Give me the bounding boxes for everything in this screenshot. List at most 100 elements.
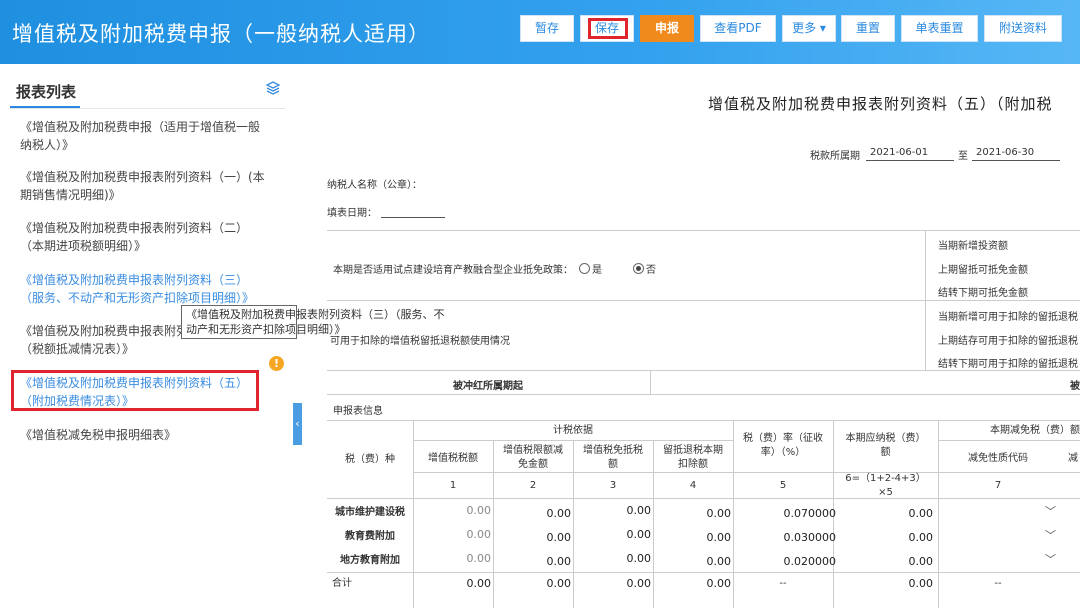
divider	[327, 370, 1080, 371]
col-header-tax-type: 税（费）种	[345, 454, 395, 465]
row-cell[interactable]: 0.00	[573, 552, 652, 565]
radio-icon	[579, 263, 590, 274]
col-group-basis: 计税依据	[553, 425, 593, 436]
col-number: 3	[609, 480, 617, 491]
chevron-down-icon[interactable]: ﹀	[1045, 551, 1056, 567]
col-group-reduction: 本期减免税（费）额	[990, 425, 1080, 436]
temp-save-button[interactable]: 暂存	[520, 15, 574, 42]
row-rate: 0.030000	[783, 531, 837, 544]
col-header-line: 税（费）率（征收	[743, 433, 823, 444]
form-area: 增值税及附加税费申报表附列资料（五）（附加税 税款所属期 2021-06-01 …	[310, 64, 1080, 613]
col-header-nature-code: 减免性质代码	[968, 453, 1028, 464]
period-end-field[interactable]: 2021-06-30	[976, 147, 1034, 158]
sidebar-item-schedule-2[interactable]: 《增值税及附加税费申报表附列资料（二） （本期进项税额明细）》	[20, 219, 270, 255]
chevron-down-icon[interactable]: ﹀	[1045, 503, 1056, 519]
warning-icon[interactable]: !	[269, 356, 284, 371]
divider	[327, 230, 1080, 231]
pilot-policy-question: 本期是否适用试点建设培育产教融合型企业抵免政策：	[333, 265, 573, 276]
divider	[327, 300, 1080, 301]
row-cell[interactable]: 0.00	[493, 507, 572, 520]
form-title: 增值税及附加税费申报表附列资料（五）（附加税	[708, 95, 1053, 113]
col-number: 1	[449, 480, 457, 491]
col-number-line: ×5	[878, 487, 893, 498]
row-cell[interactable]: 0.00	[653, 531, 732, 544]
divider	[650, 370, 651, 394]
col-number-formula: 6=（1+2-4+3） ×5	[833, 472, 938, 500]
col-header-exempt: 增值税限额减 免金额	[493, 444, 573, 472]
chevron-down-icon[interactable]: ﹀	[1045, 527, 1056, 543]
row-name-local-education: 地方教育附加	[340, 555, 400, 566]
view-pdf-button[interactable]: 查看PDF	[700, 15, 776, 42]
col-number: 2	[529, 480, 537, 491]
sidebar-item-reduction-detail[interactable]: 《增值税减免税申报明细表》	[20, 426, 270, 444]
period-start-field[interactable]: 2021-06-01	[870, 147, 928, 158]
row-payable: 0.00	[908, 531, 934, 544]
total-code: --	[994, 578, 1002, 589]
submit-button[interactable]: 申报	[640, 15, 694, 42]
row-payable: 0.00	[908, 555, 934, 568]
sidebar-item-label: 《增值税减免税申报明细表》	[20, 428, 177, 442]
row-name-education-fee: 教育费附加	[345, 531, 395, 542]
row-cell[interactable]: 0.00	[653, 555, 732, 568]
col-number: 7	[994, 480, 1002, 491]
col-header-line: 免金额	[518, 459, 548, 470]
sidebar-item-schedule-3[interactable]: 《增值税及附加税费申报表附列资料（三） （服务、不动产和无形资产扣除项目明细）》	[20, 271, 270, 307]
sidebar-item-label: 《增值税及附加税费申报（适用于增值税一般	[20, 120, 261, 134]
radio-no[interactable]: 否	[633, 261, 656, 276]
divider	[938, 440, 1080, 441]
col-header-reduction-cut: 减	[1068, 453, 1078, 464]
tooltip-line: 动产和无形资产扣除项目明细）》	[186, 323, 346, 336]
divider	[327, 420, 1080, 421]
col-header-refund: 留抵退税本期 扣除额	[653, 444, 733, 472]
taxpayer-name-label: 纳税人名称（公章）：	[327, 180, 422, 191]
divider	[413, 472, 1080, 473]
right-label: 上期结存可用于扣除的留抵退税	[938, 336, 1078, 347]
row-cell[interactable]: 0.00	[493, 555, 572, 568]
collapse-sidebar-handle[interactable]: ‹	[293, 403, 302, 445]
divider	[327, 572, 1080, 573]
total-cell: 0.00	[546, 577, 572, 590]
row-cell[interactable]: 0.00	[573, 504, 652, 517]
divider	[327, 394, 1080, 395]
col-header-line: 额	[880, 447, 891, 458]
sidebar-item-label: 《增值税及附加税费申报表附列资料（二）	[20, 221, 249, 235]
divider	[327, 498, 1080, 499]
radio-yes[interactable]: 是	[579, 261, 602, 276]
col-header-line: 增值税免抵税	[583, 445, 643, 456]
row-name-city-tax: 城市维护建设税	[335, 507, 405, 518]
col-number-line: 6=（1+2-4+3）	[845, 473, 926, 484]
total-rate: --	[779, 578, 787, 589]
layers-icon[interactable]	[265, 80, 281, 96]
header-bar: 增值税及附加税费申报（一般纳税人适用） 暂存 保存 申报 查看PDF 更多 ▾ …	[0, 0, 1080, 64]
right-label: 上期留抵可抵免金额	[938, 265, 1028, 276]
row-cell[interactable]: 0.00	[413, 552, 492, 565]
sidebar-item-label: 纳税人）》	[20, 138, 75, 152]
right-label: 当期新增投资额	[938, 241, 1008, 252]
col-header-line: 增值税限额减	[503, 445, 563, 456]
row-cell[interactable]: 0.00	[493, 531, 572, 544]
total-cell: 0.00	[466, 577, 492, 590]
fill-date-field[interactable]	[381, 217, 445, 218]
row-cell[interactable]: 0.00	[653, 507, 732, 520]
row-cell[interactable]: 0.00	[573, 528, 652, 541]
row-cell[interactable]: 0.00	[413, 528, 492, 541]
col-header-line: 率）（%）	[760, 447, 806, 458]
period-to-label: 至	[958, 151, 968, 162]
row-cell[interactable]: 0.00	[413, 504, 492, 517]
send-docs-button[interactable]: 附送资料	[984, 15, 1062, 42]
app-title: 增值税及附加税费申报（一般纳税人适用）	[12, 22, 430, 46]
sidebar-item-main-report[interactable]: 《增值税及附加税费申报（适用于增值税一般 纳税人）》	[20, 118, 270, 154]
col-number: 4	[689, 480, 697, 491]
more-dropdown[interactable]: 更多 ▾	[782, 15, 836, 42]
more-label: 更多	[792, 21, 817, 35]
single-reset-button[interactable]: 单表重置	[901, 15, 978, 42]
col-header-line: 本期应纳税（费）	[845, 433, 926, 444]
highlight-schedule-5	[11, 370, 259, 411]
total-cell: 0.00	[706, 577, 732, 590]
divider	[10, 108, 285, 109]
sidebar-item-schedule-1[interactable]: 《增值税及附加税费申报表附列资料（一）(本 期销售情况明细)》	[20, 168, 270, 204]
row-name-total: 合计	[332, 578, 352, 589]
reset-button[interactable]: 重置	[841, 15, 895, 42]
radio-selected-icon	[633, 263, 644, 274]
sidebar-item-label: （税额抵减情况表）》	[20, 342, 135, 356]
